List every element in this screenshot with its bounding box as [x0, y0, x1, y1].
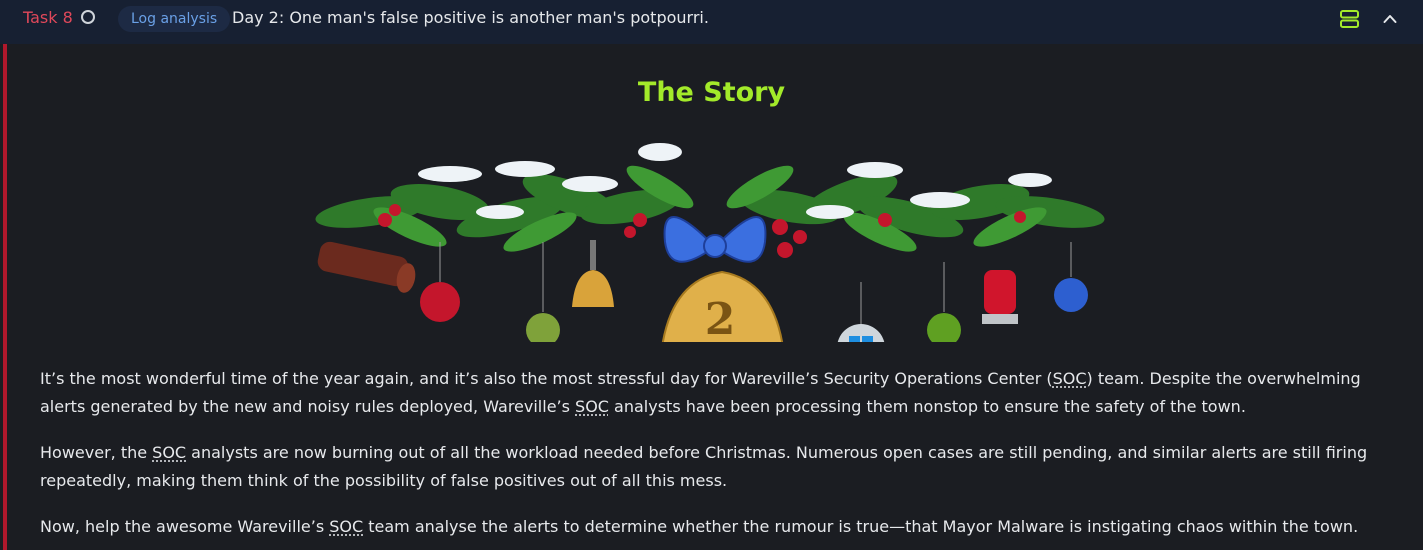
task-header[interactable]: Task 8 Log analysis Day 2: One man's fal… — [0, 0, 1423, 44]
soc-abbreviation[interactable]: SOC — [1053, 369, 1087, 388]
task-tag: Log analysis — [118, 6, 231, 32]
story-title: The Story — [637, 77, 786, 108]
task-content: The Story 2 It’s the most wonderful time… — [0, 44, 1423, 550]
story-paragraph: Now, help the awesome Wareville’s SOC te… — [40, 517, 1359, 536]
task-accent-bar — [3, 44, 7, 550]
soc-abbreviation[interactable]: SOC — [575, 397, 609, 416]
story-paragraph: However, the SOC analysts are now burnin… — [40, 443, 1368, 490]
soc-abbreviation[interactable]: SOC — [152, 443, 186, 462]
task-title: Day 2: One man's false positive is anoth… — [232, 8, 709, 27]
story-paragraph: It’s the most wonderful time of the year… — [40, 369, 1361, 416]
server-icon[interactable] — [1340, 10, 1359, 28]
task-number: Task 8 — [23, 8, 73, 27]
chevron-up-icon[interactable] — [1382, 11, 1398, 27]
bell-day-number: 2 — [705, 294, 736, 342]
soc-abbreviation[interactable]: SOC — [329, 517, 363, 536]
christmas-garland-image: 2 — [315, 143, 1105, 342]
status-circle-icon — [81, 10, 95, 24]
